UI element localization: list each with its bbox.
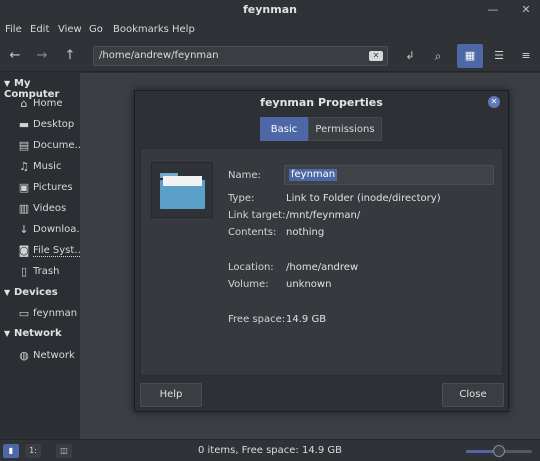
menu-view[interactable]: View	[58, 24, 82, 35]
name-value: feynman	[289, 169, 338, 181]
sidebar-item-trash[interactable]: ▯ Trash	[18, 264, 80, 282]
dialog-close-icon[interactable]: ✕	[488, 96, 500, 108]
volume-value: unknown	[286, 279, 332, 290]
folder-icon	[160, 173, 205, 209]
back-icon[interactable]: ←	[5, 46, 25, 66]
menu-go[interactable]: Go	[89, 24, 103, 35]
sidebar: ▼ My Computer ⌂ Home ▬ Desktop ▤ Docume… …	[0, 73, 80, 439]
title-bar: feynman — ✕	[0, 0, 540, 22]
search-icon[interactable]: ⌕	[428, 46, 448, 66]
compact-view-icon[interactable]: ≡	[513, 44, 539, 68]
location-label: Location:	[228, 262, 274, 273]
documents-icon: ▤	[18, 139, 30, 152]
help-button[interactable]: Help	[140, 383, 202, 407]
sidebar-item-home[interactable]: ⌂ Home	[18, 96, 80, 114]
tab-permissions[interactable]: Permissions	[308, 117, 382, 141]
zoom-slider[interactable]	[466, 445, 532, 457]
dialog-content: Name: feynman Type: Link to Folder (inod…	[140, 148, 503, 376]
sidebar-section-devices[interactable]: ▼ Devices	[4, 287, 58, 298]
clear-icon[interactable]: ✕	[369, 51, 383, 61]
status-bar: ▮ 1: ◫ 0 items, Free space: 14.9 GB	[0, 439, 540, 461]
sidebar-section-network[interactable]: ▼ Network	[4, 328, 62, 339]
minimize-icon[interactable]: —	[486, 3, 500, 16]
location-text: /home/andrew/feynman	[99, 50, 219, 61]
list-view-icon[interactable]: ☰	[486, 44, 512, 68]
contents-value: nothing	[286, 227, 325, 238]
home-icon: ⌂	[20, 97, 28, 110]
menu-bookmarks[interactable]: Bookmarks	[113, 24, 169, 35]
free-space-value: 14.9 GB	[286, 314, 327, 325]
close-icon[interactable]: ✕	[519, 3, 533, 16]
sidebar-item-pictures[interactable]: ▣ Pictures	[18, 180, 80, 198]
name-field[interactable]: feynman	[284, 165, 494, 185]
volume-label: Volume:	[228, 279, 269, 290]
downloads-icon: ↓	[19, 223, 29, 236]
sidebar-item-downloads[interactable]: ↓ Downloa…	[18, 222, 80, 240]
menu-file[interactable]: File	[5, 24, 22, 35]
menu-bar: File Edit View Go Bookmarks Help	[0, 22, 540, 40]
status-text: 0 items, Free space: 14.9 GB	[197, 445, 343, 456]
desktop-icon: ▬	[18, 118, 30, 131]
filesystem-icon: ◙	[18, 244, 30, 257]
location-value: /home/andrew	[286, 262, 359, 273]
link-target-value: /mnt/feynman/	[286, 210, 361, 221]
pictures-icon: ▣	[18, 181, 30, 194]
up-icon[interactable]: ↑	[60, 46, 80, 66]
videos-icon: ▥	[18, 202, 30, 215]
toolbar: ← → ↑ /home/andrew/feynman ✕ ↲ ⌕ ▦ ☰ ≡	[0, 40, 540, 72]
tab-basic[interactable]: Basic	[260, 117, 308, 141]
chevron-down-icon: ▼	[4, 329, 11, 338]
properties-dialog: feynman Properties ✕ Basic Permissions N…	[134, 90, 509, 412]
menu-help[interactable]: Help	[172, 24, 195, 35]
window-title: feynman	[243, 3, 297, 16]
sidebar-item-videos[interactable]: ▥ Videos	[18, 201, 80, 219]
music-icon: ♫	[19, 160, 29, 173]
folder-preview	[151, 162, 213, 218]
trash-icon: ▯	[20, 265, 28, 278]
sidebar-item-music[interactable]: ♫ Music	[18, 159, 80, 177]
location-input[interactable]: /home/andrew/feynman ✕	[93, 46, 388, 66]
sidebar-item-documents[interactable]: ▤ Docume…	[18, 138, 80, 156]
free-space-label: Free space:	[228, 314, 286, 325]
chevron-down-icon: ▼	[4, 79, 11, 88]
network-icon: ◍	[19, 349, 29, 362]
chevron-down-icon: ▼	[4, 288, 11, 297]
zoom-slider-handle[interactable]	[493, 445, 505, 457]
sidebar-item-network[interactable]: ◍ Network	[18, 348, 80, 366]
forward-icon[interactable]: →	[32, 46, 52, 66]
menu-edit[interactable]: Edit	[30, 24, 49, 35]
close-button[interactable]: Close	[442, 383, 504, 407]
sidebar-item-feynman[interactable]: ▭ feynman	[18, 306, 80, 324]
name-label: Name:	[228, 170, 261, 181]
dialog-title: feynman Properties	[260, 96, 383, 109]
link-target-label: Link target:	[228, 210, 286, 221]
drive-icon: ▭	[18, 307, 30, 320]
icon-view-icon[interactable]: ▦	[457, 44, 483, 68]
contents-label: Contents:	[228, 227, 277, 238]
sidebar-item-desktop[interactable]: ▬ Desktop	[18, 117, 80, 135]
type-value: Link to Folder (inode/directory)	[286, 193, 441, 204]
edit-location-icon[interactable]: ↲	[400, 46, 420, 66]
type-label: Type:	[228, 193, 255, 204]
sidebar-item-filesystem[interactable]: ◙ File Syst…	[18, 243, 80, 261]
